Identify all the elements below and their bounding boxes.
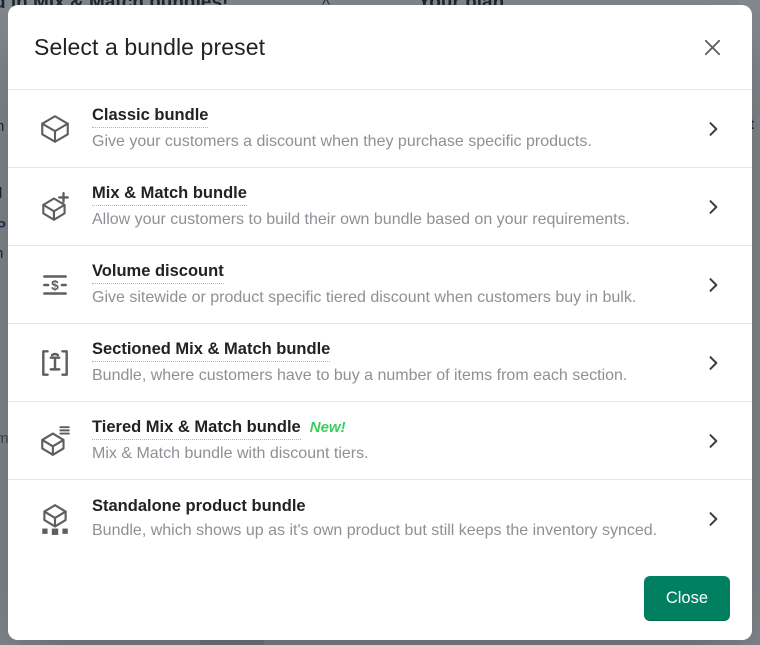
modal-title: Select a bundle preset (34, 33, 266, 60)
preset-title[interactable]: Tiered Mix & Match bundle (92, 417, 301, 440)
chevron-right-icon[interactable] (696, 424, 730, 458)
preset-texts: Tiered Mix & Match bundle New! Mix & Mat… (92, 417, 696, 465)
modal-close-button[interactable] (694, 29, 730, 65)
dollar-tiers-icon: $ (34, 264, 76, 306)
preset-list: Classic bundle Give your customers a dis… (8, 90, 752, 556)
new-badge: New! (309, 418, 346, 436)
preset-description: Allow your customers to build their own … (92, 210, 631, 228)
preset-title-line: Classic bundle (92, 105, 696, 128)
preset-title-line: Sectioned Mix & Match bundle (92, 339, 696, 362)
preset-description: Bundle, where customers have to buy a nu… (92, 366, 628, 384)
close-x-icon (704, 39, 720, 55)
preset-row-classic-bundle[interactable]: Classic bundle Give your customers a dis… (8, 90, 752, 168)
cube-plus-icon (34, 186, 76, 228)
preset-title[interactable]: Volume discount (92, 261, 224, 284)
preset-title[interactable]: Standalone product bundle (92, 496, 306, 517)
preset-texts: Standalone product bundle Bundle, which … (92, 496, 696, 542)
bracketed-column-icon (34, 342, 76, 384)
preset-row-sectioned-mix-and-match-bundle[interactable]: Sectioned Mix & Match bundle Bundle, whe… (8, 324, 752, 402)
modal-header: Select a bundle preset (8, 5, 752, 90)
preset-description: Bundle, which shows up as it's own produ… (92, 521, 658, 539)
cube-squares-icon (34, 498, 76, 540)
preset-title[interactable]: Sectioned Mix & Match bundle (92, 339, 331, 362)
preset-title-line: Volume discount (92, 261, 696, 284)
cube-list-icon (34, 420, 76, 462)
preset-title[interactable]: Classic bundle (92, 105, 209, 128)
preset-texts: Mix & Match bundle Allow your customers … (92, 183, 696, 231)
preset-texts: Sectioned Mix & Match bundle Bundle, whe… (92, 339, 696, 387)
preset-row-volume-discount[interactable]: $ Volume discount Give sitewide or produ… (8, 246, 752, 324)
preset-title-line: Tiered Mix & Match bundle New! (92, 417, 696, 440)
chevron-right-icon[interactable] (696, 268, 730, 302)
preset-description: Give sitewide or product specific tiered… (92, 288, 637, 306)
bundle-preset-modal: Select a bundle preset Classic bundle Gi… (8, 5, 752, 640)
preset-description: Mix & Match bundle with discount tiers. (92, 444, 369, 462)
preset-row-tiered-mix-and-match-bundle[interactable]: Tiered Mix & Match bundle New! Mix & Mat… (8, 402, 752, 480)
svg-text:$: $ (51, 276, 59, 292)
chevron-right-icon[interactable] (696, 502, 730, 536)
close-button[interactable]: Close (643, 575, 730, 621)
preset-texts: Classic bundle Give your customers a dis… (92, 105, 696, 153)
preset-row-standalone-product-bundle[interactable]: Standalone product bundle Bundle, which … (8, 480, 752, 556)
chevron-right-icon[interactable] (696, 190, 730, 224)
preset-title-line: Mix & Match bundle (92, 183, 696, 206)
modal-footer: Close (8, 556, 752, 640)
preset-title-line: Standalone product bundle (92, 496, 696, 517)
preset-texts: Volume discount Give sitewide or product… (92, 261, 696, 309)
cube-icon (34, 108, 76, 150)
preset-description: Give your customers a discount when they… (92, 132, 592, 150)
preset-title[interactable]: Mix & Match bundle (92, 183, 247, 206)
preset-row-mix-and-match-bundle[interactable]: Mix & Match bundle Allow your customers … (8, 168, 752, 246)
chevron-right-icon[interactable] (696, 112, 730, 146)
chevron-right-icon[interactable] (696, 346, 730, 380)
